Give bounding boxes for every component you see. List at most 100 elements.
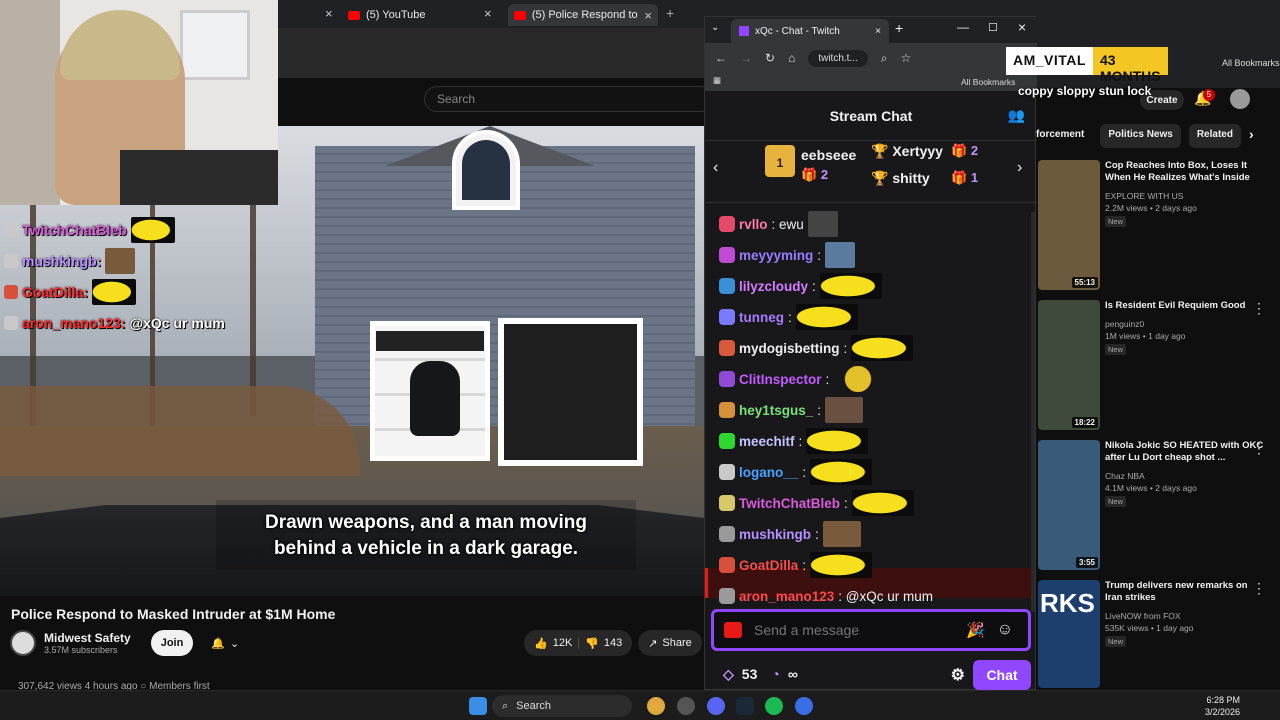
more-options-icon[interactable]: ⋮ (1252, 300, 1266, 317)
chat-text: : (817, 247, 822, 263)
overlay-chat: TwitchChatBleb mushkingb: GoatDilla: aro… (4, 214, 284, 338)
chat-username[interactable]: lilyzcloudy (739, 279, 808, 294)
more-options-icon[interactable]: ⋮ (1252, 440, 1266, 457)
close-tab-icon[interactable]: × (325, 6, 333, 21)
reload-icon[interactable]: ↻ (765, 51, 775, 65)
url-field[interactable]: twitch.t... (808, 49, 868, 67)
chat-username[interactable]: ClitInspector (739, 372, 822, 387)
chrome-icon[interactable] (647, 697, 665, 715)
channel-name[interactable]: Midwest Safety (44, 631, 131, 645)
tab-menu-icon[interactable]: ⌄ (711, 22, 719, 33)
video-thumbnail[interactable]: 55:13 (1038, 160, 1100, 290)
recommendation-title[interactable]: Nikola Jokic SO HEATED with OKC after Lu… (1105, 440, 1265, 464)
share-button[interactable]: ↗ Share (638, 630, 702, 656)
discord-icon[interactable] (707, 697, 725, 715)
chat-username[interactable]: TwitchChatBleb (739, 496, 840, 511)
chevron-right-icon[interactable]: › (1017, 159, 1022, 177)
taskbar-clock[interactable]: 6:28 PM 3/2/2026 (1205, 694, 1240, 718)
recommendation-channel[interactable]: Chaz NBA (1105, 471, 1145, 481)
join-button[interactable]: Join (150, 630, 194, 656)
spotify-icon[interactable] (765, 697, 783, 715)
video-thumbnail[interactable]: RKS (1038, 580, 1100, 688)
chat-message-input[interactable] (754, 622, 954, 638)
new-tab-icon[interactable]: + (666, 5, 674, 21)
divider: | (577, 637, 581, 649)
gift-count: 🎁 2 (801, 167, 829, 182)
new-tab-icon[interactable]: + (895, 20, 903, 36)
bookmark-star-icon[interactable]: ☆ (901, 51, 912, 65)
back-icon[interactable]: ← (715, 51, 727, 65)
chat-username[interactable]: hey1tsgus_ (739, 403, 813, 418)
recommendation-item[interactable]: 55:13 Cop Reaches Into Box, Loses It Whe… (1036, 160, 1280, 300)
subscription-bell-button[interactable]: 🔔 ⌄ (201, 630, 249, 656)
gifter-name-text: shitty (892, 170, 930, 186)
minimize-icon[interactable]: — (957, 20, 969, 34)
forward-icon[interactable]: → (740, 51, 752, 65)
like-count: 12K (552, 637, 573, 649)
zoom-icon[interactable]: ⌕ (881, 51, 888, 66)
chat-message: TwitchChatBleb: (719, 489, 914, 517)
chat-username[interactable]: aron_mano123 (739, 589, 834, 604)
chat-username[interactable]: meechitf (739, 434, 795, 449)
recommendation-channel[interactable]: LiveNOW from FOX (1105, 611, 1181, 621)
recommendation-channel[interactable]: penguinz0 (1105, 319, 1144, 329)
chat-badge-icon (719, 402, 735, 418)
chat-message: tunneg: (719, 303, 858, 331)
chat-username[interactable]: mydogisbetting (739, 341, 840, 356)
windows-start-icon[interactable] (469, 697, 487, 715)
video-thumbnail[interactable]: 3:55 (1038, 440, 1100, 570)
bookmarks-label[interactable]: All Bookmarks (961, 77, 1015, 87)
taskbar-search[interactable]: ⌕ Search (492, 695, 632, 717)
app-icon[interactable] (795, 697, 813, 715)
like-dislike-button[interactable]: 👍 12K | 👎 143 (524, 630, 633, 656)
chat-send-button[interactable]: Chat (973, 660, 1031, 690)
chat-scrollbar[interactable] (1031, 212, 1035, 612)
tab-youtube-video[interactable]: (5) Police Respond to Masked I × (508, 4, 658, 26)
chat-text: : (825, 371, 830, 387)
new-badge: New (1105, 344, 1127, 355)
channel-points-icon[interactable]: ◔ (771, 666, 779, 682)
chat-username[interactable]: GoatDilla (739, 558, 798, 573)
chat-message: hey1tsgus_: (719, 396, 864, 424)
recommendation-title[interactable]: Trump delivers new remarks on Iran strik… (1105, 580, 1265, 604)
bookmarks-label[interactable]: All Bookmarks (1222, 58, 1280, 68)
gifter-name: 🏆 shitty (871, 170, 930, 186)
chat-username[interactable]: rvllo (739, 217, 768, 232)
close-window-icon[interactable]: × (1018, 19, 1026, 35)
recommendation-item[interactable]: 3:55 Nikola Jokic SO HEATED with OKC aft… (1036, 440, 1280, 580)
tab-youtube-home[interactable]: (5) YouTube (348, 4, 426, 26)
settings-gear-icon[interactable]: ⚙ (951, 665, 965, 685)
recommendation-title[interactable]: Cop Reaches Into Box, Loses It When He R… (1105, 160, 1265, 184)
chat-username[interactable]: meyyyming (739, 248, 813, 263)
users-icon[interactable]: 👥 (1008, 107, 1025, 124)
chat-username[interactable]: tunneg (739, 310, 784, 325)
video-leaves (0, 386, 360, 476)
app-icon[interactable] (677, 697, 695, 715)
chat-text: : (788, 309, 792, 325)
chat-message: meechitf: (719, 427, 869, 455)
home-icon[interactable]: ⌂ (788, 51, 795, 65)
recommendation-title[interactable]: Is Resident Evil Requiem Good (1105, 300, 1265, 312)
steam-icon[interactable] (736, 697, 754, 715)
bits-icon[interactable]: ◇ (723, 666, 734, 683)
channel-avatar[interactable] (10, 630, 36, 656)
chevron-left-icon[interactable]: ‹ (713, 159, 718, 177)
tab-twitch-chat[interactable]: xQc - Chat - Twitch × (731, 19, 889, 43)
emoji-icon[interactable]: ☺ (997, 621, 1013, 639)
more-options-icon[interactable]: ⋮ (1252, 580, 1266, 597)
video-camera-icon[interactable] (724, 622, 742, 638)
recommendation-item[interactable]: 18:22 Is Resident Evil Requiem Good peng… (1036, 300, 1280, 440)
video-thumbnail[interactable]: 18:22 (1038, 300, 1100, 430)
youtube-search-input[interactable]: Search (424, 86, 714, 112)
chat-input-box[interactable]: 🎉 ☺ (711, 609, 1031, 651)
chat-username[interactable]: mushkingb (739, 527, 811, 542)
maximize-icon[interactable]: ☐ (988, 21, 998, 34)
emote-icon (92, 278, 137, 305)
close-tab-icon[interactable]: × (484, 6, 492, 21)
close-tab-icon[interactable]: × (875, 26, 881, 37)
apps-icon[interactable]: ▦ (713, 75, 721, 86)
close-tab-icon[interactable]: × (644, 8, 652, 23)
recommendation-channel[interactable]: EXPLORE WITH US (1105, 191, 1183, 201)
cheer-icon[interactable]: 🎉 (966, 621, 985, 639)
chat-username[interactable]: logano__ (739, 465, 798, 480)
